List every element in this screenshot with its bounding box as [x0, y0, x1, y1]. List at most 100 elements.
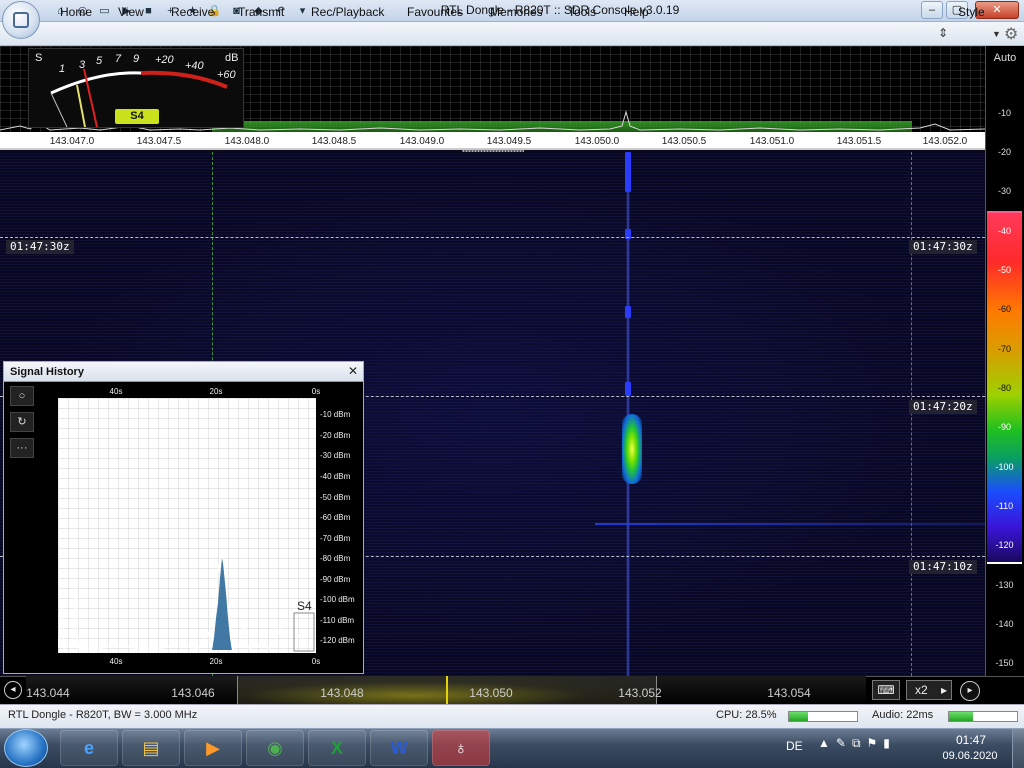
zoom-value: x2 [915, 683, 928, 697]
freq-tick: 143.048.5 [311, 136, 357, 147]
tuner-freq-label: 143.054 [767, 686, 811, 700]
tune-left-button[interactable]: ◂ [4, 681, 22, 699]
tray-icon[interactable]: ▲ [818, 736, 836, 750]
tuner-cursor[interactable] [446, 676, 448, 704]
zoom-select[interactable]: x2 ▸ [906, 680, 952, 700]
history-x-label: 0s [311, 657, 321, 666]
signal-burst [625, 152, 631, 192]
settings-gear-icon[interactable]: ⚙ [1004, 24, 1018, 44]
spectrum-frequency-scale[interactable]: 143.047.0 143.047.5 143.048.0 143.048.5 … [0, 132, 985, 150]
freq-tick: 143.050.0 [574, 136, 620, 147]
colorbar-tick: -80 [997, 383, 1011, 393]
taskbar-word-icon[interactable]: W [370, 730, 428, 766]
tray-icon[interactable]: ⧉ [852, 736, 867, 750]
history-y-label: -10 dBm [320, 410, 351, 419]
menu-bar [0, 22, 1024, 46]
signal-history-plot[interactable] [57, 398, 317, 653]
db-tick: -150 [995, 658, 1014, 668]
style-menu[interactable]: Style [958, 5, 985, 19]
menu-favourites[interactable]: Favourites [407, 5, 463, 19]
menu-transmit[interactable]: Transmit [238, 5, 284, 19]
tray-icon[interactable]: ✎ [836, 736, 852, 750]
history-y-label: -80 dBm [320, 554, 351, 563]
tray-icon[interactable]: ⚑ [867, 736, 884, 750]
history-y-label: -30 dBm [320, 451, 351, 460]
more-options-button[interactable]: ··· [10, 438, 34, 458]
menu-help[interactable]: Help [624, 5, 649, 19]
db-tick: -30 [997, 186, 1011, 196]
reset-button[interactable]: ↻ [10, 412, 34, 432]
bandwidth-edge-right[interactable] [911, 152, 912, 676]
tuner-freq-label: 143.050 [469, 686, 513, 700]
s-meter-scale-plus20: +20 [155, 54, 174, 66]
taskbar-internet-explorer-icon[interactable]: e [60, 730, 118, 766]
taskbar-sdr-console-icon[interactable]: ♁ [432, 730, 490, 766]
tuner-freq-label: 143.046 [171, 686, 215, 700]
s-meter-scale-3: 3 [79, 59, 86, 71]
menu-memories[interactable]: Memories [490, 5, 543, 19]
spur-trace [595, 523, 985, 525]
taskbar-excel-icon[interactable]: X [308, 730, 366, 766]
freq-tick: 143.047.5 [136, 136, 182, 147]
start-button[interactable] [4, 729, 48, 767]
history-y-label: -90 dBm [320, 575, 351, 584]
signal-history-title: Signal History [10, 366, 84, 378]
style-chevron-icon: ⇕ [938, 26, 949, 40]
tuner-freq-label: 143.044 [26, 686, 70, 700]
s-meter-scale-plus40: +40 [185, 60, 204, 72]
freq-tick: 143.049.0 [399, 136, 445, 147]
minimize-button[interactable]: – [921, 1, 943, 19]
clock-time[interactable]: 01:47 [944, 733, 998, 747]
signal-history-reading: S4 [297, 599, 312, 613]
menu-view[interactable]: View [118, 5, 144, 19]
signal-burst [625, 382, 631, 396]
folder-icon[interactable]: ▭ [96, 3, 113, 19]
history-x-label: 40s [109, 657, 123, 666]
colorbar-tick: -50 [997, 265, 1011, 275]
keyboard-icon[interactable]: ⌨ [872, 680, 900, 700]
time-label-left: 01:47:30z [6, 240, 74, 254]
tray-icon[interactable]: ▮ [883, 736, 896, 750]
system-tray[interactable]: ▲✎⧉⚑▮ [818, 736, 896, 751]
colorbar-tick: -70 [997, 344, 1011, 354]
history-y-label: -60 dBm [320, 513, 351, 522]
taskbar-chrome-icon[interactable]: ◉ [246, 730, 304, 766]
menu-rec-playback[interactable]: Rec/Playback [311, 5, 384, 19]
audio-label: Audio: 22ms [872, 709, 934, 721]
s-meter-scale-9: 9 [133, 53, 140, 65]
s-meter-scale-1: 1 [59, 63, 66, 75]
show-desktop-button[interactable] [1012, 729, 1024, 768]
history-x-label: 20s [209, 387, 223, 396]
record-toggle-button[interactable]: ○ [10, 386, 34, 406]
clock-date[interactable]: 09.06.2020 [940, 750, 1000, 762]
s-meter-scale-plus60: +60 [217, 69, 236, 81]
freq-tick: 143.047.0 [49, 136, 95, 147]
signal-history-header[interactable]: Signal History ✕ [4, 362, 363, 382]
app-menu-button[interactable] [2, 1, 40, 39]
colorbar-tick: -90 [997, 422, 1011, 432]
history-y-label: -50 dBm [320, 493, 351, 502]
tune-right-button[interactable]: ▸ [960, 681, 980, 701]
menu-receive[interactable]: Receive [171, 5, 214, 19]
dropdown-icon[interactable]: ▾ [294, 3, 311, 19]
taskbar-media-player-icon[interactable]: ▶ [184, 730, 242, 766]
history-x-label: 40s [109, 387, 123, 396]
taskbar-file-explorer-icon[interactable]: ▤ [122, 730, 180, 766]
signal-history-close-button[interactable]: ✕ [346, 364, 360, 378]
history-y-label: -120 dBm [320, 636, 355, 645]
cpu-meter-fill [789, 712, 808, 721]
language-indicator[interactable]: DE [786, 739, 803, 753]
s-meter: S dB 1 3 5 7 9 +20 +40 +60 S4 [28, 48, 244, 128]
time-gridline [0, 237, 985, 238]
signal-history-window[interactable]: Signal History ✕ ○ ↻ ··· 40s 20s 0s S4 -… [3, 361, 364, 674]
audio-meter-fill [949, 712, 973, 721]
colorbar-tick: -120 [995, 540, 1014, 550]
freq-tick: 143.050.5 [661, 136, 707, 147]
menu-home[interactable]: Home [60, 5, 92, 19]
auto-scale-button[interactable]: Auto [990, 52, 1020, 64]
colorbar-tick: -110 [995, 501, 1014, 511]
menu-tools[interactable]: Tools [568, 5, 596, 19]
time-label-right: 01:47:30z [909, 240, 977, 254]
s-meter-db-label: dB [225, 52, 239, 64]
history-y-label: -100 dBm [320, 595, 355, 604]
